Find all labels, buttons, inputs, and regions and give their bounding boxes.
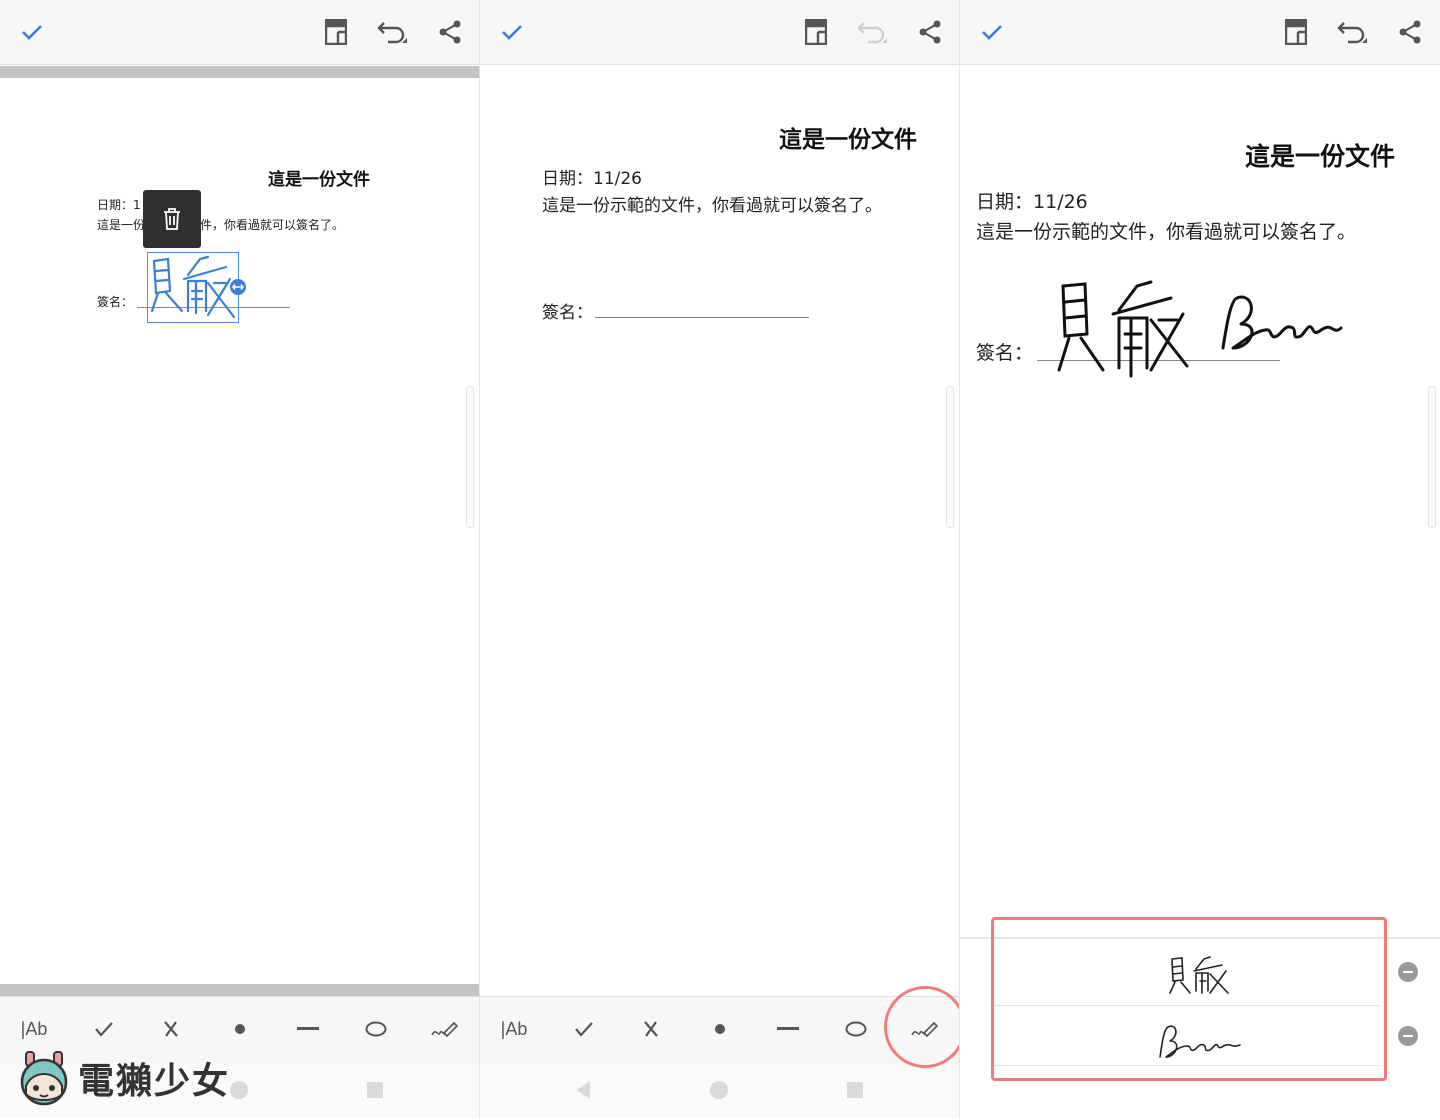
check-icon[interactable] (14, 14, 50, 50)
trash-icon (164, 208, 180, 230)
text-tool-label: |Ab (20, 1018, 48, 1039)
signature-tool[interactable] (424, 1011, 464, 1047)
body-line-start: 這是一份 (97, 218, 146, 232)
date-line: 日期：1 (97, 198, 141, 212)
body-line: 這是一份示範的文件，你看過就可以簽名了。 (976, 221, 1357, 243)
mascot-logo-icon (20, 1051, 68, 1106)
screen-edit-signature: 這是一份文件 日期：1 這是一份 件，你看過就可以簽名了。 簽名： |Ab (0, 0, 480, 1118)
check-icon[interactable] (974, 14, 1010, 50)
text-tool[interactable]: |Ab (494, 1011, 534, 1047)
system-nav-bar (480, 1063, 960, 1118)
undo-icon[interactable] (374, 14, 410, 50)
document-pages-icon[interactable] (1278, 14, 1314, 50)
sign-label: 簽名： (542, 303, 593, 323)
screen-signature-tool: 這是一份文件 日期：11/26 這是一份示範的文件，你看過就可以簽名了。 簽名：… (480, 0, 960, 1118)
scrollbar[interactable] (1428, 386, 1436, 528)
date-line: 日期：11/26 (542, 164, 642, 189)
undo-icon (854, 14, 890, 50)
scrollbar[interactable] (946, 386, 954, 528)
watermark-text: 電獺少女 (78, 1061, 231, 1102)
body-line: 這是一份示範的文件，你看過就可以簽名了。 (542, 196, 882, 216)
watermark: 電獺少女 (16, 1050, 230, 1106)
line-tool[interactable] (768, 1011, 808, 1047)
cross-tool[interactable] (631, 1011, 671, 1047)
signature-tool-highlight (884, 986, 966, 1068)
document-pages-icon[interactable] (318, 14, 354, 50)
page-edge-top (0, 66, 480, 78)
delete-popup[interactable] (143, 190, 201, 248)
resize-handle[interactable] (230, 279, 246, 295)
ellipse-tool[interactable] (356, 1011, 396, 1047)
date-value: 11/26 (593, 169, 642, 189)
top-toolbar (480, 0, 960, 65)
share-icon[interactable] (912, 14, 948, 50)
text-tool[interactable]: |Ab (14, 1011, 54, 1047)
saved-signatures-highlight (991, 917, 1387, 1081)
top-toolbar (0, 0, 480, 65)
line-tool[interactable] (288, 1011, 328, 1047)
home-icon[interactable] (708, 1079, 730, 1101)
document-title: 這是一份文件 (268, 170, 370, 190)
signature-selection-box[interactable] (147, 252, 239, 323)
date-label: 日期： (542, 169, 593, 189)
date-line: 日期：11/26 (976, 187, 1088, 214)
document-title: 這是一份文件 (1245, 142, 1396, 171)
scrollbar[interactable] (466, 386, 474, 528)
document-pages-icon[interactable] (798, 14, 834, 50)
date-label: 日期： (976, 191, 1034, 213)
share-icon[interactable] (1392, 14, 1428, 50)
remove-signature-2-button[interactable] (1398, 1026, 1418, 1046)
body-line-end: 件，你看過就可以簽名了。 (200, 218, 345, 232)
signature-stroke-blue (150, 255, 236, 319)
check-tool[interactable] (564, 1011, 604, 1047)
page-edge-bottom (0, 984, 480, 996)
remove-signature-1-button[interactable] (1398, 962, 1418, 982)
dot-tool[interactable] (700, 1011, 740, 1047)
document-title: 這是一份文件 (779, 127, 917, 153)
cross-tool[interactable] (151, 1011, 191, 1047)
undo-icon[interactable] (1334, 14, 1370, 50)
recents-icon[interactable] (364, 1079, 386, 1101)
check-icon[interactable] (494, 14, 530, 50)
sign-label: 簽名： (97, 295, 134, 309)
text-tool-label: |Ab (500, 1018, 528, 1039)
share-icon[interactable] (432, 14, 468, 50)
signature-line (595, 317, 809, 318)
placed-signature[interactable] (1055, 278, 1355, 382)
back-icon[interactable] (572, 1079, 594, 1101)
recents-icon[interactable] (844, 1079, 866, 1101)
top-toolbar (960, 0, 1440, 65)
sign-label: 簽名： (976, 342, 1034, 364)
home-icon[interactable] (228, 1079, 250, 1101)
check-tool[interactable] (84, 1011, 124, 1047)
date-value: 11/26 (1033, 191, 1088, 213)
ellipse-tool[interactable] (836, 1011, 876, 1047)
dot-tool[interactable] (220, 1011, 260, 1047)
